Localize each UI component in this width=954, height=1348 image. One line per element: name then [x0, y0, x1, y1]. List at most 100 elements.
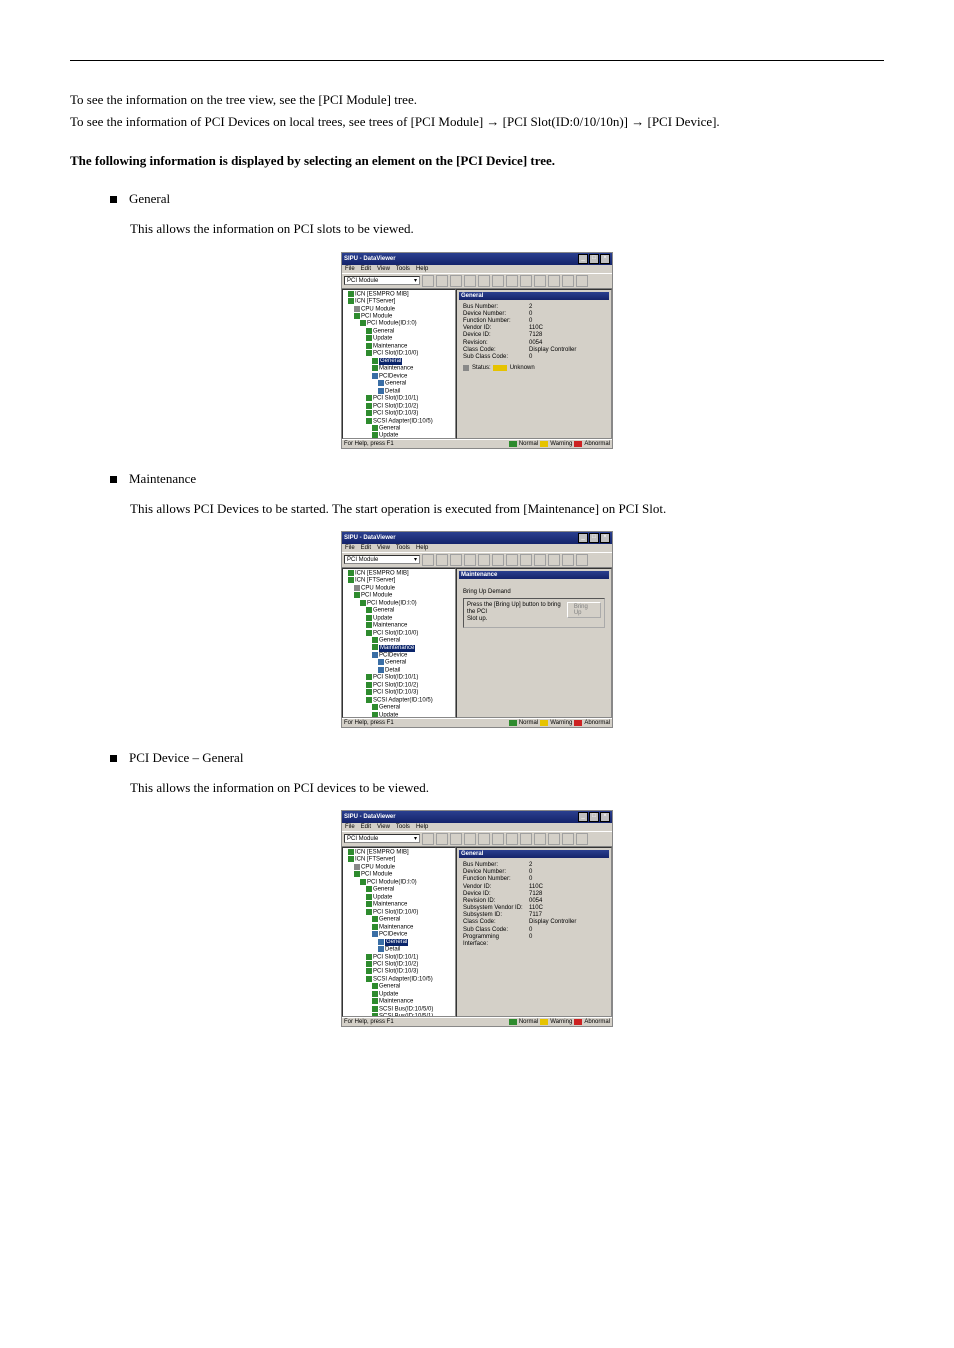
tree-item[interactable]: PCI Slot(ID:10/3) — [373, 411, 418, 417]
menu-tools[interactable]: Tools — [396, 266, 410, 272]
module-combo[interactable]: PCI Module▾ — [344, 276, 420, 285]
tree-item[interactable]: Update — [379, 712, 398, 718]
toolbar-button[interactable] — [492, 275, 504, 287]
toolbar-button[interactable] — [478, 554, 490, 566]
toolbar-button[interactable] — [436, 275, 448, 287]
toolbar-button[interactable] — [520, 833, 532, 845]
tree-item[interactable]: PCIDevice — [379, 932, 407, 938]
menu-tools[interactable]: Tools — [396, 824, 410, 830]
tree-item[interactable]: PCIDevice — [379, 652, 407, 658]
tree-item[interactable]: Detail — [385, 388, 400, 394]
toolbar-button[interactable] — [422, 833, 434, 845]
menu-view[interactable]: View — [377, 824, 390, 830]
tree-item[interactable]: General — [373, 887, 394, 893]
close-button[interactable]: × — [600, 254, 610, 264]
close-button[interactable]: × — [600, 812, 610, 822]
toolbar-button[interactable] — [506, 275, 518, 287]
toolbar-button[interactable] — [548, 554, 560, 566]
tree-item[interactable]: SCSI Adapter(ID:10/5) — [373, 697, 433, 703]
menu-help[interactable]: Help — [416, 266, 428, 272]
minimize-button[interactable]: _ — [578, 812, 588, 822]
tree-item[interactable]: PCI Slot(ID:10/2) — [373, 682, 418, 688]
help-icon[interactable] — [576, 833, 588, 845]
tree-item[interactable]: ICN [ESMPRO MIB] — [355, 850, 409, 856]
tree-item[interactable]: PCI Module(ID:I:0) — [367, 879, 417, 885]
toolbar-button[interactable] — [450, 275, 462, 287]
menu-edit[interactable]: Edit — [361, 266, 371, 272]
tree-item[interactable]: Detail — [385, 947, 400, 953]
tree-item[interactable]: Update — [373, 894, 392, 900]
menu-file[interactable]: File — [345, 266, 355, 272]
tree-view[interactable]: ICN [ESMPRO MIB] ICN [FTServer] CPU Modu… — [342, 568, 456, 718]
menu-edit[interactable]: Edit — [361, 545, 371, 551]
menu-file[interactable]: File — [345, 824, 355, 830]
toolbar-button[interactable] — [422, 554, 434, 566]
tree-item[interactable]: CPU Module — [361, 306, 395, 312]
tree-item[interactable]: ICN [FTServer] — [355, 578, 395, 584]
tree-item[interactable]: PCI Slot(ID:10/1) — [373, 675, 418, 681]
tree-item[interactable]: ICN [FTServer] — [355, 857, 395, 863]
tree-item[interactable]: General — [385, 381, 406, 387]
bring-up-button[interactable]: Bring Up — [567, 602, 601, 618]
tree-view[interactable]: ICN [ESMPRO MIB] ICN [FTServer] CPU Modu… — [342, 847, 456, 1017]
toolbar-button[interactable] — [492, 554, 504, 566]
toolbar-button[interactable] — [478, 833, 490, 845]
tree-view[interactable]: ICN [ESMPRO MIB] ICN [FTServer] CPU Modu… — [342, 289, 456, 439]
tree-item[interactable]: Update — [373, 336, 392, 342]
module-combo[interactable]: PCI Module▾ — [344, 834, 420, 843]
toolbar-button[interactable] — [520, 275, 532, 287]
tree-item[interactable]: PCI Slot(ID:10/0) — [373, 351, 418, 357]
tree-item[interactable]: General — [385, 660, 406, 666]
tree-item[interactable]: General — [379, 917, 400, 923]
tree-item[interactable]: Update — [373, 615, 392, 621]
tree-item[interactable]: Update — [379, 991, 398, 997]
minimize-button[interactable]: _ — [578, 533, 588, 543]
toolbar-button[interactable] — [464, 554, 476, 566]
toolbar-button[interactable] — [534, 833, 546, 845]
tree-item[interactable]: ICN [ESMPRO MIB] — [355, 291, 409, 297]
menu-tools[interactable]: Tools — [396, 545, 410, 551]
tree-item[interactable]: PCI Module — [361, 593, 392, 599]
tree-item-selected[interactable]: General — [385, 939, 408, 946]
tree-item[interactable]: PCI Slot(ID:10/2) — [373, 403, 418, 409]
tree-item[interactable]: Maintenance — [373, 902, 407, 908]
toolbar-button[interactable] — [520, 554, 532, 566]
tree-item-selected[interactable]: General — [379, 358, 402, 365]
tree-item-selected[interactable]: Maintenance — [379, 645, 415, 652]
menu-help[interactable]: Help — [416, 545, 428, 551]
toolbar-button[interactable] — [548, 833, 560, 845]
tree-item[interactable]: PCI Slot(ID:10/1) — [373, 396, 418, 402]
tree-item[interactable]: Maintenance — [379, 999, 413, 1005]
toolbar-button[interactable] — [562, 554, 574, 566]
tree-item[interactable]: General — [379, 426, 400, 432]
module-combo[interactable]: PCI Module▾ — [344, 555, 420, 564]
tree-item[interactable]: PCI Module(ID:I:0) — [367, 600, 417, 606]
toolbar-button[interactable] — [506, 833, 518, 845]
tree-item[interactable]: PCI Slot(ID:10/2) — [373, 962, 418, 968]
toolbar-button[interactable] — [534, 275, 546, 287]
tree-item[interactable]: PCI Slot(ID:10/0) — [373, 909, 418, 915]
tree-item[interactable]: PCI Module — [361, 314, 392, 320]
tree-item[interactable]: Maintenance — [379, 924, 413, 930]
toolbar-button[interactable] — [562, 833, 574, 845]
toolbar-button[interactable] — [562, 275, 574, 287]
tree-item[interactable]: General — [379, 984, 400, 990]
tree-item[interactable]: Maintenance — [373, 623, 407, 629]
minimize-button[interactable]: _ — [578, 254, 588, 264]
maximize-button[interactable]: □ — [589, 533, 599, 543]
tree-item[interactable]: ICN [ESMPRO MIB] — [355, 570, 409, 576]
maximize-button[interactable]: □ — [589, 812, 599, 822]
toolbar-button[interactable] — [436, 833, 448, 845]
toolbar-button[interactable] — [422, 275, 434, 287]
tree-item[interactable]: General — [373, 328, 394, 334]
menu-help[interactable]: Help — [416, 824, 428, 830]
toolbar-button[interactable] — [534, 554, 546, 566]
tree-item[interactable]: Update — [379, 433, 398, 439]
tree-item[interactable]: PCIDevice — [379, 373, 407, 379]
toolbar-button[interactable] — [478, 275, 490, 287]
tree-item[interactable]: General — [379, 705, 400, 711]
tree-item[interactable]: General — [373, 608, 394, 614]
menu-view[interactable]: View — [377, 266, 390, 272]
tree-item[interactable]: Detail — [385, 667, 400, 673]
toolbar-button[interactable] — [492, 833, 504, 845]
